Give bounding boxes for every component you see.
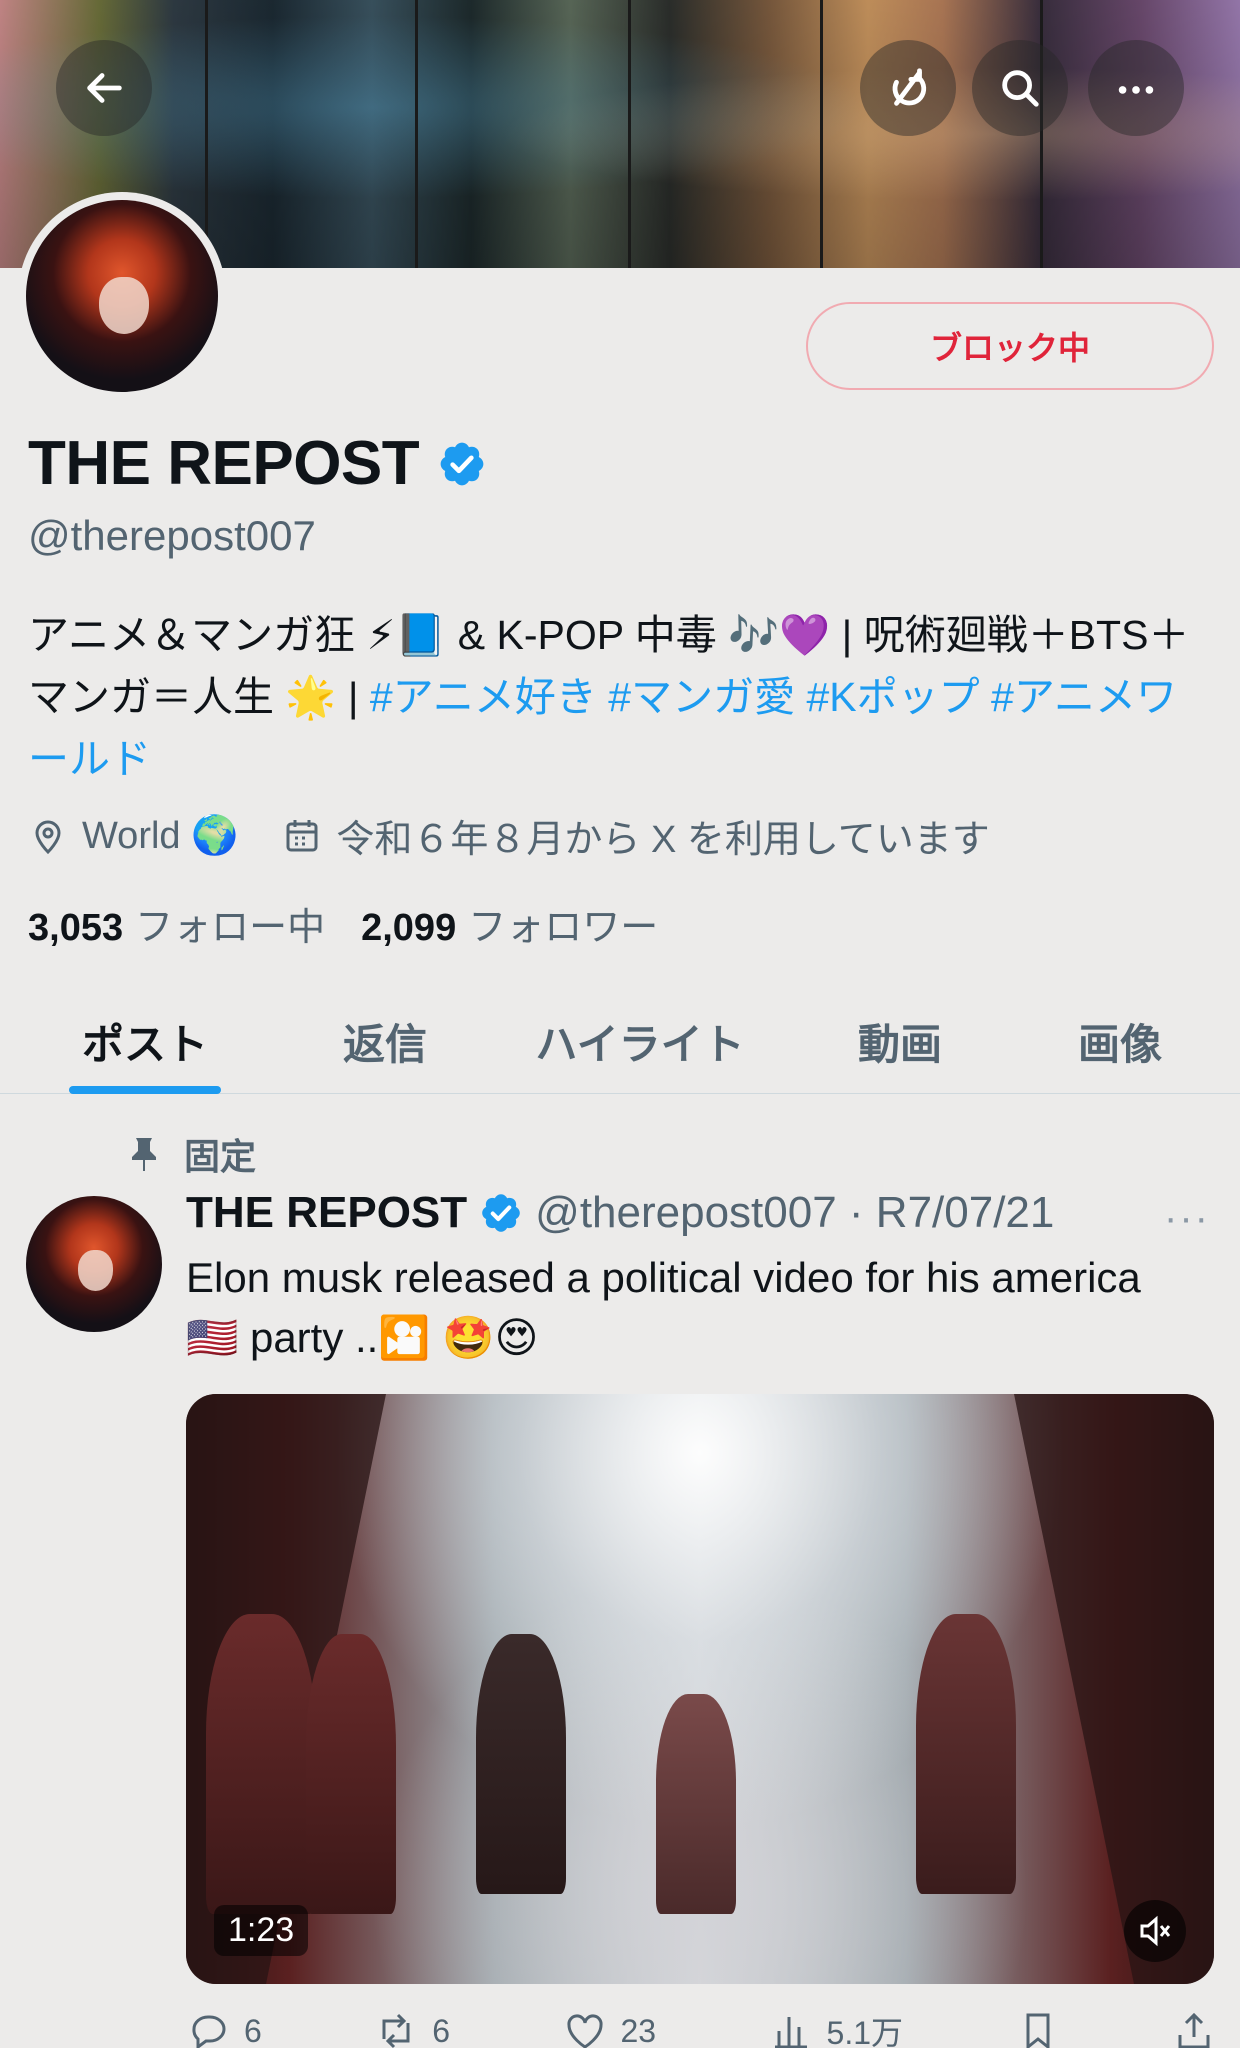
post-more-button[interactable]: ··· [1164,1196,1210,1241]
back-button[interactable] [56,40,152,136]
refresh-icon [892,68,927,106]
location-text: World 🌍 [82,814,239,857]
profile-meta: World 🌍 令和６年８月から X を利用しています [28,808,1034,863]
tab-replies[interactable]: 返信 [290,990,480,1093]
video-scene-element [916,1614,1016,1894]
following-link[interactable]: 3,053 フォロー中 [28,896,325,951]
video-scene-element [476,1634,566,1894]
speaker-muted-icon [1140,1915,1171,1947]
repost-button[interactable]: 6 [374,2008,450,2048]
tab-videos[interactable]: 動画 [800,990,1000,1093]
banner-divider [415,0,418,268]
search-icon [1002,70,1039,107]
arrow-left-icon [87,73,122,103]
hashtag-link[interactable]: #マンガ愛 [608,674,795,720]
tab-images[interactable]: 画像 [1000,990,1240,1093]
like-button[interactable]: 23 [563,2008,657,2048]
avatar-image [26,200,218,392]
pinned-indicator: 固定 [124,1128,256,1180]
hashtag-link[interactable]: #Kポップ [806,674,979,720]
share-button[interactable] [1172,2008,1216,2048]
video-scene-element [306,1634,396,1914]
profile-handle: @therepost007 [28,512,316,559]
followers-count: 2,099 [361,907,457,949]
like-count: 23 [620,2012,657,2048]
video-duration: 1:23 [214,1905,309,1956]
reply-button[interactable]: 6 [186,2008,262,2048]
profile-name-row: THE REPOST [28,428,487,499]
reply-count: 6 [244,2012,262,2048]
post-text: Elon musk released a political video for… [186,1254,1141,1361]
video-scene-element [1014,1394,1214,1984]
verified-badge-icon [479,1191,523,1235]
profile-name: THE REPOST [28,429,420,498]
location: World 🌍 [28,814,238,858]
video-scene-element [656,1694,736,1914]
banner-divider [820,0,823,268]
avatar-image [26,1196,162,1332]
repost-count: 6 [432,2012,451,2048]
heart-icon [566,2014,603,2048]
following-count: 3,053 [28,907,124,949]
profile-avatar[interactable] [18,192,226,400]
search-button[interactable] [972,40,1068,136]
banner-divider [628,0,631,268]
post-handle-date: @therepost007 · R7/07/21 [535,1188,1055,1237]
followers-link[interactable]: 2,099 フォロワー [361,896,658,951]
bookmark-button[interactable] [1016,2008,1060,2048]
share-icon [1178,2012,1210,2048]
banner-divider [1040,0,1043,268]
video-scene-element [206,1614,316,1914]
verified-badge-icon[interactable] [437,439,487,489]
hashtag-link[interactable]: #アニメ好き [370,674,597,720]
views-chart-icon [774,2017,807,2048]
mute-button[interactable] [1124,1900,1186,1962]
post-actions: 6 6 23 5.1万 [186,2008,1216,2048]
banner-divider [205,0,208,268]
more-icon [1118,86,1154,94]
profile-tabs: ポスト 返信 ハイライト 動画 画像 [0,990,1240,1094]
profile-bio: アニメ＆マンガ狂 ⚡📘 & K-POP 中毒 🎶💜 | 呪術廻戦＋BTS＋マンガ… [28,604,1218,790]
followers-label: フォロワー [468,907,659,949]
post-author-avatar[interactable] [26,1196,162,1332]
join-date-text: 令和６年８月から X を利用しています [336,819,990,861]
more-options-button[interactable] [1088,40,1184,136]
view-count: 5.1万 [826,2015,904,2048]
blocked-button[interactable]: ブロック中 [806,302,1214,390]
follow-stats: 3,053 フォロー中 2,099 フォロワー [28,896,694,951]
pinned-label: 固定 [184,1136,257,1177]
pin-icon [132,1138,156,1171]
tab-posts[interactable]: ポスト [0,990,290,1093]
views-button[interactable]: 5.1万 [769,2008,904,2048]
refresh-button[interactable] [860,40,956,136]
tab-highlights[interactable]: ハイライト [480,990,800,1093]
calendar-icon [286,819,318,851]
repost-icon [382,2013,410,2048]
post-video[interactable]: 1:23 [186,1394,1214,1984]
join-date: 令和６年８月から X を利用しています [282,808,990,863]
location-pin-icon [35,820,61,854]
bookmark-icon [1026,2013,1049,2048]
post-header: THE REPOST @therepost007 · R7/07/21 [186,1188,1054,1238]
reply-icon [192,2015,226,2048]
post-author-name[interactable]: THE REPOST [186,1188,467,1238]
following-label: フォロー中 [135,907,326,949]
